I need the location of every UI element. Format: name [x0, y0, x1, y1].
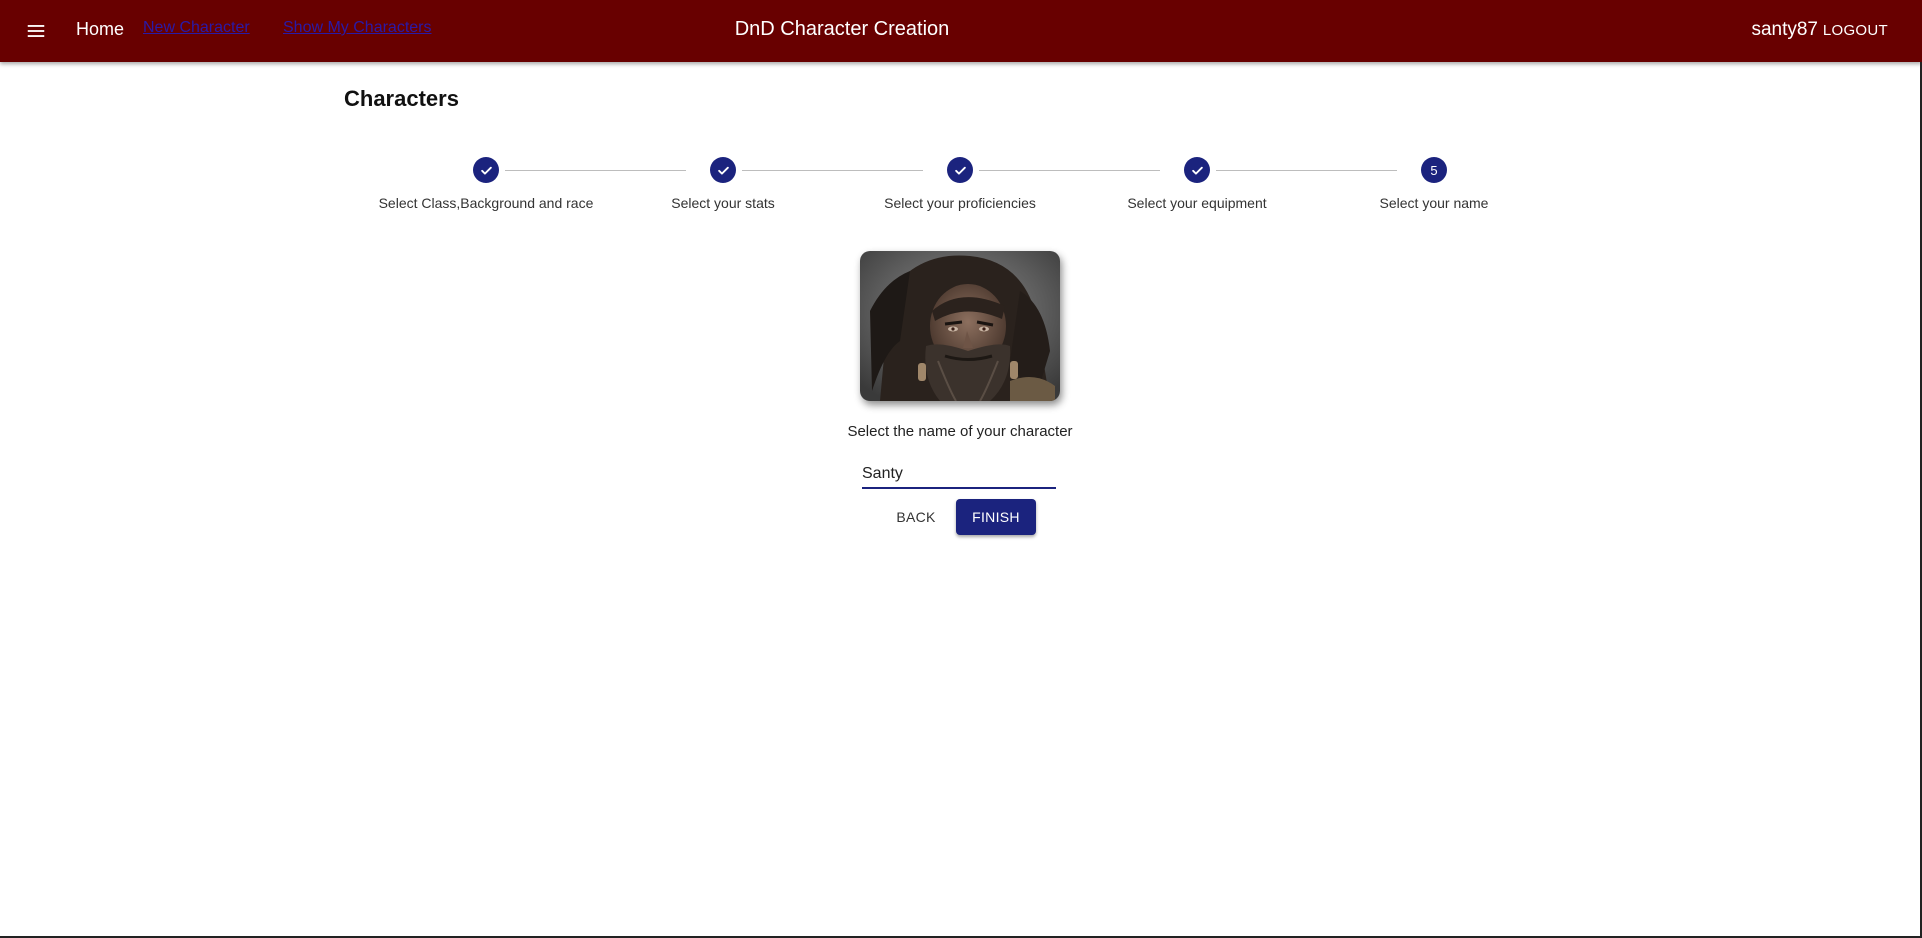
character-portrait	[860, 251, 1060, 401]
app-title: DnD Character Creation	[734, 18, 950, 40]
step-label: Select your equipment	[1127, 195, 1267, 211]
step-proficiencies[interactable]: Select your proficiencies	[840, 156, 1080, 211]
step-equipment[interactable]: Select your equipment	[1077, 156, 1317, 211]
check-icon	[717, 166, 729, 175]
finish-button[interactable]: FINISH	[956, 499, 1036, 535]
step-completed-indicator	[1184, 157, 1210, 183]
check-icon	[1191, 166, 1203, 175]
page: Home New Character Show My Characters Dn…	[0, 0, 1922, 938]
step-label: Select Class,Background and race	[378, 195, 594, 211]
stepper: Select Class,Background and race Select …	[368, 156, 1568, 216]
step-class-background-race[interactable]: Select Class,Background and race	[366, 156, 606, 211]
character-name-input[interactable]	[862, 459, 1056, 487]
check-icon	[954, 166, 966, 175]
step-stats[interactable]: Select your stats	[603, 156, 843, 211]
step-name[interactable]: 5 Select your name	[1314, 156, 1554, 211]
dwarf-portrait-image	[860, 251, 1060, 401]
app-bar: Home New Character Show My Characters Dn…	[0, 0, 1922, 62]
step-completed-indicator	[710, 157, 736, 183]
step-completed-indicator	[947, 157, 973, 183]
step-label: Select your proficiencies	[884, 195, 1036, 211]
step-completed-indicator	[473, 157, 499, 183]
check-icon	[480, 166, 492, 175]
step-label: Select your name	[1379, 195, 1489, 211]
logout-button[interactable]: LOGOUT	[1823, 22, 1888, 39]
step-number-indicator: 5	[1421, 157, 1447, 183]
name-prompt: Select the name of your character	[847, 423, 1073, 440]
name-input-container	[862, 459, 1056, 489]
back-button[interactable]: BACK	[882, 500, 950, 534]
step-label: Select your stats	[671, 195, 775, 211]
page-title: Characters	[344, 86, 459, 111]
username: santy87	[1751, 19, 1818, 40]
